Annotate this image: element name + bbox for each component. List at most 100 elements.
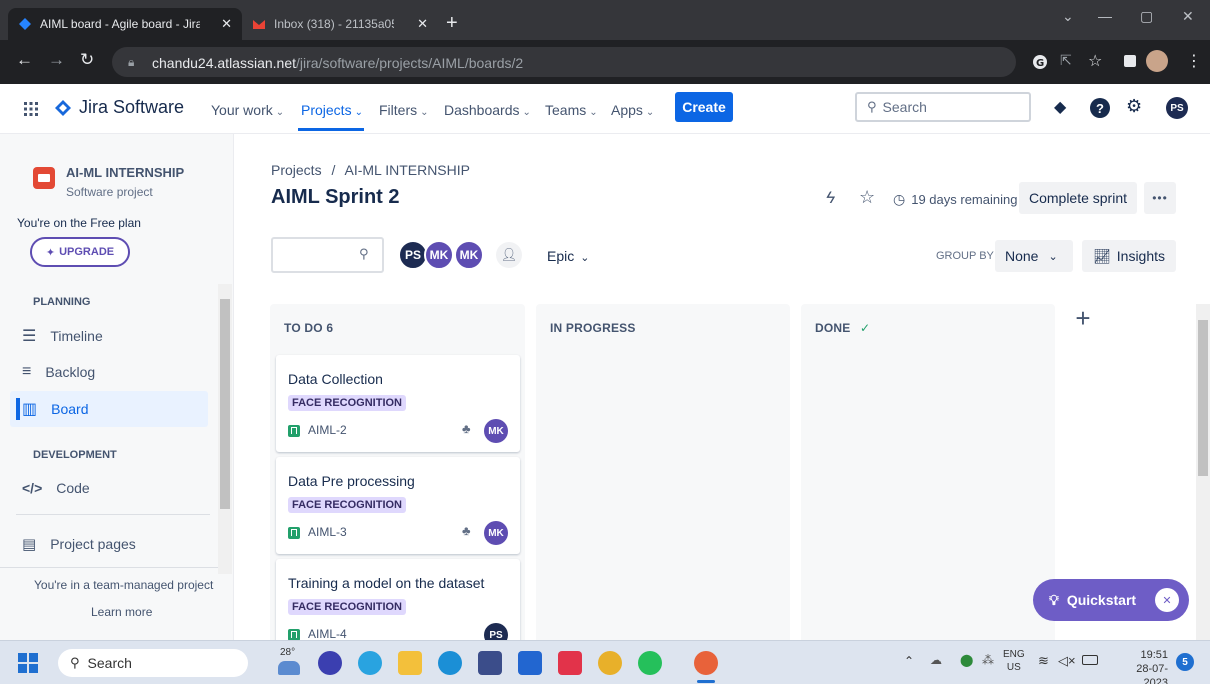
minimize-icon[interactable]: — [1098, 8, 1112, 24]
board-search-input[interactable]: ⚲ [271, 237, 384, 273]
add-people-icon[interactable]: 👤︎ [496, 242, 522, 268]
reload-icon[interactable]: ↻ [80, 50, 94, 70]
clock[interactable]: 19:51 28-07-2023 [1112, 648, 1168, 684]
issue-card[interactable]: Data Pre processing FACE RECOGNITION AIM… [276, 457, 520, 554]
epic-filter-dropdown[interactable]: Epic ⌄ [547, 248, 589, 264]
microsoft-store-icon[interactable] [478, 651, 502, 675]
close-tab-icon[interactable]: ✕ [417, 16, 428, 32]
timeline-icon: ☰ [22, 328, 37, 345]
browser-tab-gmail[interactable]: Inbox (318) - 21135a0517@gvpce ✕ [242, 8, 438, 40]
quickstart-button[interactable]: 💡︎ Quickstart ✕ [1033, 579, 1189, 621]
sidebar-scrollbar[interactable] [218, 284, 232, 574]
restore-icon[interactable]: ▢ [1140, 8, 1153, 25]
sidebar-item-board[interactable]: ▥ Board [10, 391, 208, 427]
star-icon[interactable]: ☆ [859, 187, 875, 208]
teams-chat-icon[interactable] [318, 651, 342, 675]
jira-logo[interactable]: Jira Software [54, 97, 184, 118]
mcafee-icon[interactable] [558, 651, 582, 675]
close-quickstart-icon[interactable]: ✕ [1155, 588, 1179, 612]
notifications-icon[interactable]: ◆ [1054, 97, 1066, 117]
tray-app-icon[interactable]: ⁂ [982, 653, 994, 667]
breadcrumb-projects[interactable]: Projects [271, 162, 322, 178]
add-column-icon[interactable]: + [1068, 303, 1098, 333]
board-column-done[interactable]: DONE ✓ [801, 304, 1055, 644]
side-panel-icon[interactable] [1124, 55, 1136, 67]
tray-app-icon[interactable]: ⬤ [960, 653, 973, 667]
board-scrollbar[interactable] [1196, 304, 1210, 640]
battery-icon[interactable] [1082, 655, 1098, 665]
edge-browser-icon[interactable] [438, 651, 462, 675]
more-actions-button[interactable]: ••• [1144, 182, 1176, 214]
create-button[interactable]: Create [675, 92, 733, 122]
complete-sprint-button[interactable]: Complete sprint [1019, 182, 1137, 214]
issue-card[interactable]: Data Collection FACE RECOGNITION AIML-2 … [276, 355, 520, 452]
issue-card[interactable]: Training a model on the dataset FACE REC… [276, 559, 520, 649]
file-explorer-icon[interactable] [398, 651, 422, 675]
jira-top-navigation: Jira Software Your work ⌄ Projects ⌄ Filte… [0, 84, 1210, 134]
forward-icon[interactable]: → [48, 50, 65, 70]
board-column-todo[interactable]: TO DO 6 Data Collection FACE RECOGNITION… [270, 304, 525, 649]
tray-app-icon[interactable]: ☁ [930, 653, 942, 667]
nav-teams[interactable]: Teams ⌄ [545, 102, 598, 118]
volume-icon[interactable]: ◁× [1058, 653, 1076, 669]
browser-toolbar: ← → ↻ 🔒︎ chandu24.atlassian.net/jira/sof… [0, 40, 1210, 84]
app-icon[interactable] [518, 651, 542, 675]
assignee-avatar[interactable]: MK [484, 521, 508, 545]
close-window-icon[interactable]: ✕ [1182, 8, 1194, 25]
wifi-icon[interactable]: ≋ [1038, 653, 1049, 669]
user-avatar[interactable]: PS [1166, 97, 1188, 119]
profile-avatar[interactable] [1146, 50, 1168, 72]
group-by-select[interactable]: None ⌄ [995, 240, 1073, 272]
tab-title: AIML board - Agile board - Jira [40, 17, 200, 31]
taskbar-search-input[interactable]: ⚲ Search [58, 649, 248, 677]
sidebar-item-timeline[interactable]: ☰ Timeline [22, 318, 202, 354]
sidebar-item-project-pages[interactable]: ▤ Project pages [22, 526, 202, 562]
board-column-in-progress[interactable]: IN PROGRESS [536, 304, 790, 644]
upgrade-button[interactable]: ✦ UPGRADE [30, 237, 130, 267]
insights-button[interactable]: 📈︎ Insights [1082, 240, 1176, 272]
back-icon[interactable]: ← [16, 50, 33, 70]
close-tab-icon[interactable]: ✕ [221, 16, 232, 32]
avatar-filter-mk[interactable]: MK [454, 240, 484, 270]
weather-widget[interactable]: 28° [280, 647, 295, 658]
address-bar[interactable]: 🔒︎ chandu24.atlassian.net/jira/software/… [112, 47, 1016, 77]
windows-start-icon[interactable] [18, 653, 38, 673]
new-tab-icon[interactable]: + [446, 13, 458, 33]
search-input[interactable]: ⚲ Search [855, 92, 1031, 122]
browser-tab-jira[interactable]: AIML board - Agile board - Jira ✕ [8, 8, 242, 40]
sidebar-item-backlog[interactable]: ≡ Backlog [22, 354, 202, 390]
chrome-active-icon[interactable] [694, 651, 718, 675]
issue-key[interactable]: AIML-2 [308, 423, 347, 437]
chrome-menu-icon[interactable]: ⋮ [1186, 51, 1202, 71]
project-name[interactable]: AI-ML INTERNSHIP [66, 165, 184, 180]
whatsapp-icon[interactable] [638, 651, 662, 675]
help-icon[interactable]: ? [1090, 98, 1110, 118]
epic-lozenge: FACE RECOGNITION [288, 497, 407, 513]
automation-icon[interactable]: ϟ [826, 188, 835, 208]
app-switcher-icon[interactable] [24, 102, 38, 116]
copilot-icon[interactable] [358, 651, 382, 675]
assignee-avatar[interactable]: MK [484, 419, 508, 443]
bookmark-star-icon[interactable]: ☆ [1088, 51, 1102, 71]
nav-apps[interactable]: Apps ⌄ [611, 102, 654, 118]
nav-filters[interactable]: Filters ⌄ [379, 102, 429, 118]
browser-tab-strip: AIML board - Agile board - Jira ✕ Inbox … [0, 0, 1210, 40]
issue-key[interactable]: AIML-4 [308, 627, 347, 641]
nav-projects[interactable]: Projects ⌄ [301, 102, 363, 118]
google-icon[interactable]: G [1032, 54, 1048, 70]
share-icon[interactable]: ⇱ [1060, 52, 1072, 69]
chrome-taskbar-icon[interactable] [598, 651, 622, 675]
lightbulb-icon: 💡︎ [1049, 591, 1059, 608]
avatar-filter-mk[interactable]: MK [424, 240, 454, 270]
show-hidden-icons[interactable]: ⌃ [904, 654, 914, 668]
learn-more-link[interactable]: Learn more [91, 605, 152, 619]
nav-dashboards[interactable]: Dashboards ⌄ [444, 102, 531, 118]
sidebar-item-code[interactable]: </> Code [22, 470, 202, 506]
language-indicator[interactable]: ENG US [1003, 648, 1025, 674]
settings-gear-icon[interactable]: ⚙ [1126, 96, 1142, 117]
issue-key[interactable]: AIML-3 [308, 525, 347, 539]
tab-search-icon[interactable]: ⌄ [1062, 8, 1074, 25]
notification-badge[interactable]: 5 [1176, 653, 1194, 671]
breadcrumb-project[interactable]: AI-ML INTERNSHIP [344, 162, 470, 178]
nav-your-work[interactable]: Your work ⌄ [211, 102, 284, 118]
